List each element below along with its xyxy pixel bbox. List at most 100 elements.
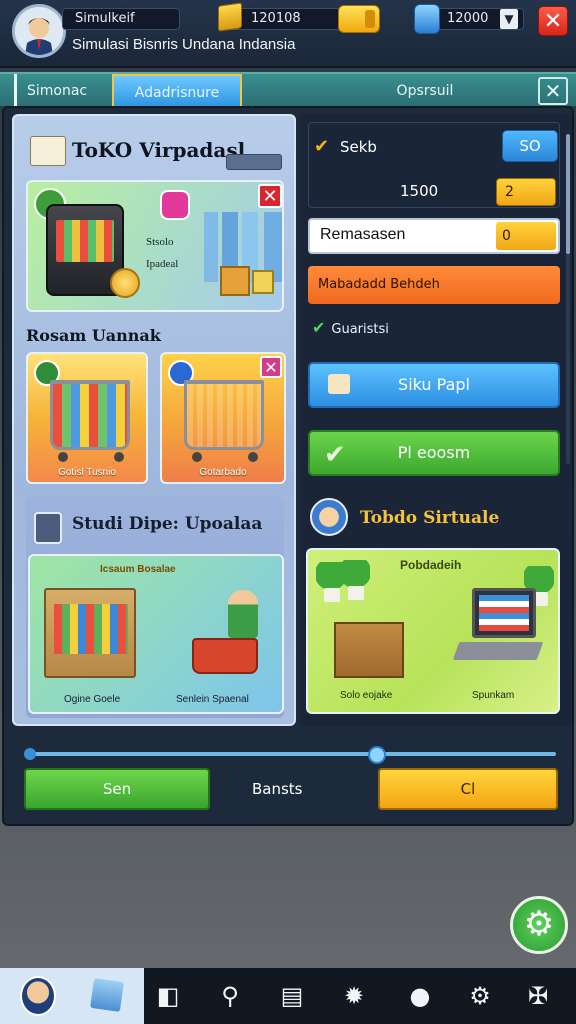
gem-icon — [414, 4, 440, 34]
shop-tag — [226, 154, 282, 170]
tab-simonac[interactable]: Simonac — [14, 74, 110, 108]
tab-bar: Simonac Adadrisnure Opsrsuil ✕ — [0, 72, 576, 108]
virtual-store-title: Tobdo Sirtuale — [360, 508, 500, 528]
bottom-nav: ◧ ⚲ ▤ ✹ ● ⚙ ✠ — [0, 968, 576, 1024]
package-icon — [220, 266, 250, 296]
nav-avatar-icon[interactable] — [20, 976, 56, 1016]
card-close-button[interactable]: ✕ — [258, 184, 282, 208]
wheel-icon — [58, 452, 68, 462]
virtual-label-a: Solo eojake — [340, 690, 393, 701]
shop-title: ToKO Virpadasl — [72, 138, 246, 162]
plant-icon — [340, 560, 370, 600]
bansts-label: Bansts — [252, 780, 303, 798]
close-button[interactable]: ✕ — [538, 6, 568, 36]
card-text-b: Ipadeal — [146, 258, 179, 270]
player-name: Simulkeif — [62, 8, 180, 30]
avatar-icon — [15, 7, 63, 55]
card-close-button[interactable]: ✕ — [260, 356, 282, 378]
section-title: Rosam Uannak — [26, 326, 161, 345]
nav-map-pin-icon[interactable]: ⚲ — [214, 980, 246, 1012]
wheel-icon — [192, 452, 202, 462]
nav-settings-icon[interactable]: ⚙ — [464, 980, 496, 1012]
virtual-banner: Pobdadeih — [400, 558, 462, 572]
nav-tools-icon[interactable]: ✠ — [522, 980, 554, 1012]
field-label: Remasasen — [320, 226, 406, 243]
gold-bar-icon — [218, 2, 242, 32]
settings-button[interactable]: ⚙ — [510, 896, 568, 954]
shopkeeper-icon — [228, 590, 258, 638]
cl-button[interactable]: Cl — [378, 768, 558, 810]
nav-inventory-icon[interactable] — [90, 978, 124, 1012]
shopping-cart-icon — [50, 380, 130, 450]
check-icon: ✔ — [314, 136, 330, 157]
crate-icon — [334, 622, 404, 678]
guarantee-label: Guaristsi — [331, 322, 389, 337]
gear-icon: ⚙ — [523, 904, 555, 944]
game-title: Simulasi Bisnris Undana Indansia — [72, 36, 296, 53]
field-value[interactable]: 0 — [496, 222, 556, 250]
study-title: Studi Dipe: Upoalaa — [72, 514, 263, 534]
amount-value: 1500 — [400, 182, 439, 200]
button-label: Pl eoosm — [397, 443, 471, 462]
add-coins-button[interactable] — [338, 5, 380, 33]
tablet-icon — [34, 512, 62, 544]
sen-button[interactable]: Sen — [24, 768, 210, 810]
tab-opsrsuil[interactable]: Opsrsuil — [380, 74, 470, 108]
top-bar: Simulkeif Simulasi Bisnris Undana Indans… — [0, 0, 576, 68]
keyboard-icon — [452, 642, 544, 660]
study-card[interactable]: Icsaum Bosalae Ogine Goele Senlein Spaen… — [28, 554, 284, 714]
siku-papl-button[interactable]: Siku Papl — [308, 362, 560, 408]
tab-close-button[interactable]: ✕ — [538, 77, 568, 105]
nav-book-icon[interactable]: ▤ — [276, 980, 308, 1012]
shopkeeper-avatar-icon — [310, 498, 348, 536]
nav-gear-icon[interactable]: ✹ — [338, 980, 370, 1012]
close-icon: ✕ — [543, 9, 563, 34]
nav-flag-icon[interactable]: ◧ — [152, 980, 184, 1012]
seko-label: Sekb — [340, 138, 377, 156]
basket-icon — [192, 638, 258, 674]
check-icon: ✔ — [312, 318, 326, 337]
virtual-store-card[interactable]: Pobdadeih Solo eojake Spunkam — [306, 548, 560, 714]
study-banner: Icsaum Bosalae — [100, 564, 176, 575]
player-avatar[interactable] — [12, 4, 66, 58]
card-text-a: Stsolo — [146, 236, 174, 248]
cart-card-empty[interactable]: ✕ Gotarbado — [160, 352, 286, 484]
right-panel: ✔ Sekb SO 1500 2 Remasasen 0 Mabadadd Be… — [300, 114, 572, 726]
amount-pill[interactable]: 2 — [496, 178, 556, 206]
cart-label: Gotisl Tusnio — [58, 467, 116, 478]
guarantee-row: ✔ Guaristsi — [312, 318, 389, 337]
close-icon: ✕ — [544, 79, 562, 103]
wheel-icon — [248, 452, 258, 462]
study-panel: Studi Dipe: Upoalaa Icsaum Bosalae Ogine… — [26, 496, 284, 718]
tag-icon — [160, 190, 190, 220]
package-icon — [252, 270, 274, 294]
study-label-a: Ogine Goele — [64, 694, 121, 705]
shopping-cart-icon — [184, 380, 264, 450]
progress-slider-knob[interactable] — [368, 746, 387, 764]
check-icon: ✔ — [324, 440, 346, 470]
cart-label: Gotarbado — [199, 467, 247, 478]
main-frame: ToKO Virpadasl Stsolo Ipadeal ✕ Rosam Ua… — [2, 106, 574, 826]
laptop-icon — [472, 588, 536, 638]
confirm-button[interactable]: ✔ Pl eoosm — [308, 430, 560, 476]
orange-action-bar[interactable]: Mabadadd Behdeh — [308, 266, 560, 304]
seko-value-button[interactable]: SO — [502, 130, 558, 162]
left-panel: ToKO Virpadasl Stsolo Ipadeal ✕ Rosam Ua… — [12, 114, 296, 726]
study-label-b: Senlein Spaenal — [176, 694, 249, 705]
cart-card-full[interactable]: Gotisl Tusnio — [26, 352, 148, 484]
progress-slider-track[interactable] — [30, 752, 556, 756]
slider-start-dot — [24, 748, 36, 760]
coin-icon — [110, 268, 140, 298]
remasasen-field[interactable]: Remasasen 0 — [308, 218, 560, 254]
virtual-label-b: Spunkam — [472, 690, 515, 701]
tab-adadrisnure[interactable]: Adadrisnure — [112, 74, 242, 108]
nav-profile-area — [0, 968, 144, 1024]
document-icon — [30, 136, 66, 166]
product-rack-icon — [44, 588, 136, 678]
vending-card[interactable]: Stsolo Ipadeal ✕ — [26, 180, 284, 312]
scrollbar-thumb[interactable] — [566, 134, 570, 254]
bread-icon — [328, 374, 350, 394]
download-icon[interactable]: ▼ — [500, 9, 518, 29]
wheel-icon — [114, 452, 124, 462]
nav-chat-icon[interactable]: ● — [404, 980, 436, 1012]
